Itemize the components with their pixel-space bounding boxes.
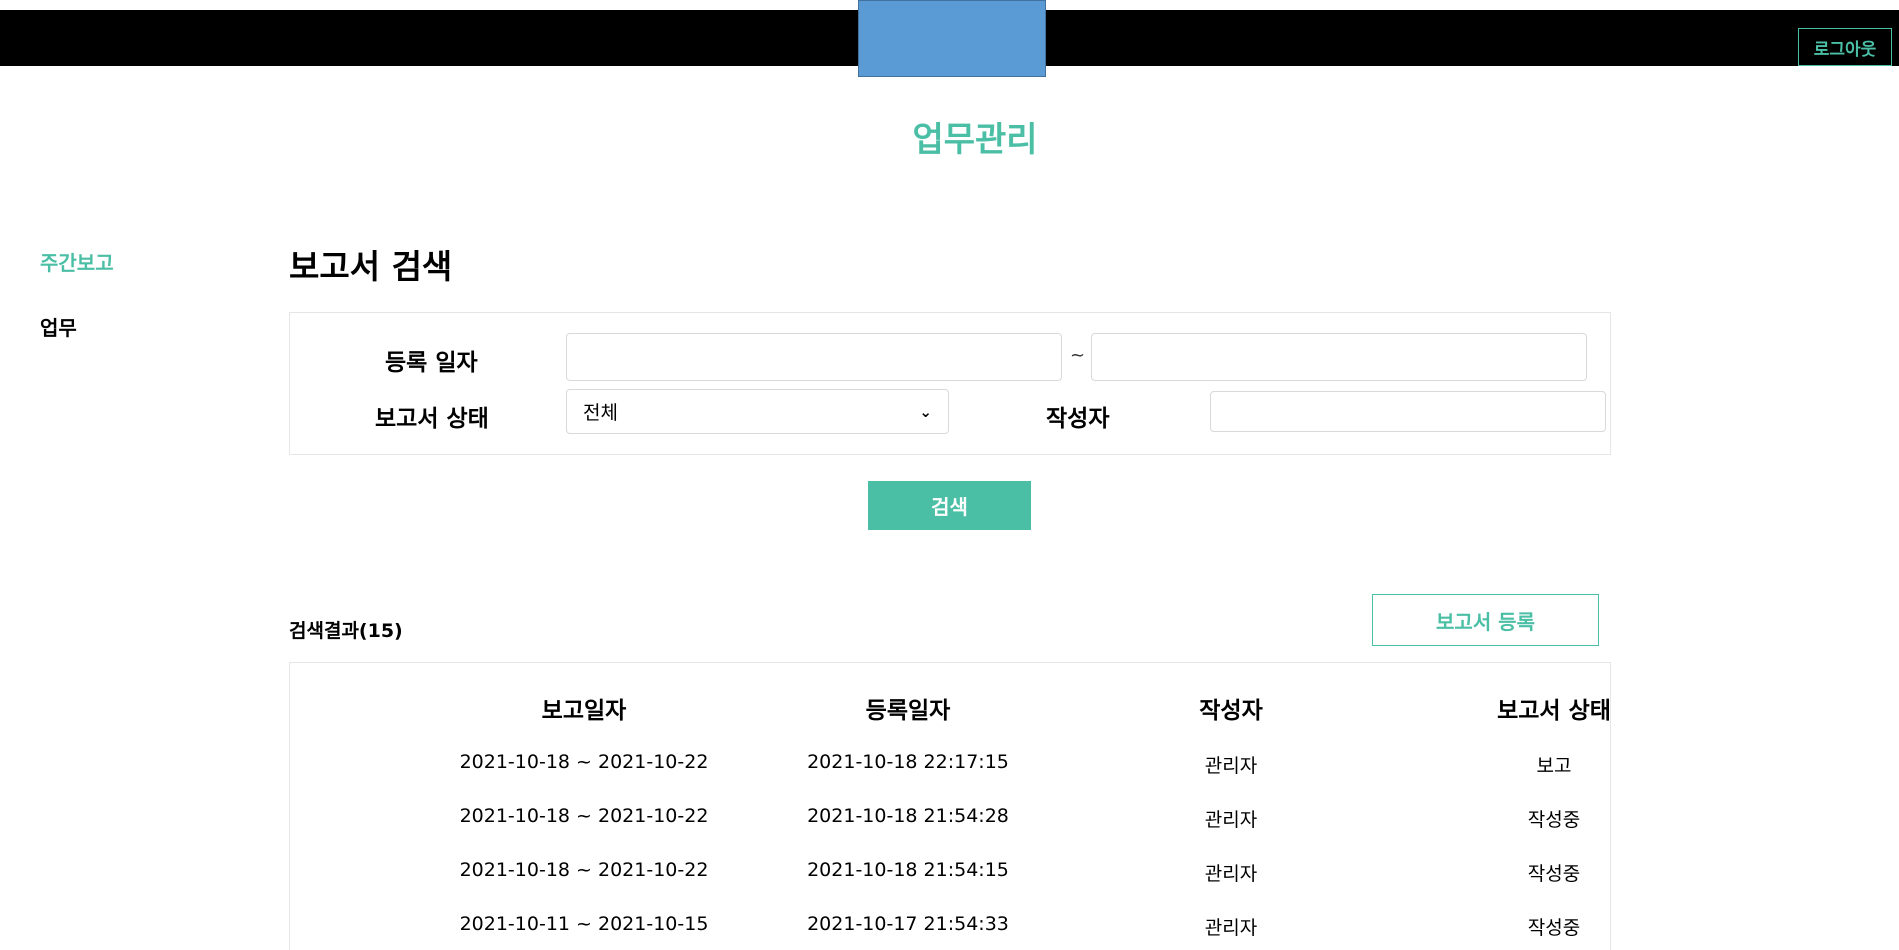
cell-author: 관리자 — [1204, 809, 1258, 831]
reg-date-end-input[interactable] — [1091, 333, 1587, 381]
logout-button[interactable]: 로그아웃 — [1798, 28, 1892, 66]
cell-status: 보고 — [1536, 755, 1572, 777]
chevron-down-icon: ⌄ — [919, 402, 932, 421]
result-count: 검색결과(15) — [289, 620, 403, 642]
cell-reg-date: 2021-10-18 21:54:28 — [807, 805, 1009, 827]
cell-author: 관리자 — [1204, 863, 1258, 885]
cell-report-date: 2021-10-18 ~ 2021-10-22 — [459, 805, 709, 827]
sidebar-item-weekly-report[interactable]: 주간보고 — [40, 247, 114, 276]
author-label: 작성자 — [1046, 406, 1110, 432]
search-form: 등록 일자 ~ 보고서 상태 전체 ⌄ 작성자 — [289, 312, 1611, 455]
table-row[interactable]: 2021-10-18 ~ 2021-10-22 2021-10-18 21:54… — [290, 859, 1610, 909]
cell-reg-date: 2021-10-18 21:54:15 — [807, 859, 1009, 881]
reg-date-start-input[interactable] — [566, 333, 1062, 381]
sidebar-item-task[interactable]: 업무 — [40, 312, 77, 341]
cell-status: 작성중 — [1527, 863, 1581, 885]
status-select-value: 전체 — [583, 402, 618, 424]
cell-author: 관리자 — [1204, 917, 1258, 939]
table-row[interactable]: 2021-10-18 ~ 2021-10-22 2021-10-18 21:54… — [290, 805, 1610, 855]
column-header-report-date: 보고일자 — [541, 698, 627, 724]
cell-report-date: 2021-10-18 ~ 2021-10-22 — [459, 859, 709, 881]
status-label: 보고서 상태 — [375, 406, 489, 432]
date-range-separator: ~ — [1070, 345, 1086, 366]
cell-report-date: 2021-10-11 ~ 2021-10-15 — [459, 913, 709, 935]
table-row[interactable]: 2021-10-11 ~ 2021-10-15 2021-10-17 21:54… — [290, 913, 1610, 950]
cell-status: 작성중 — [1527, 809, 1581, 831]
status-select[interactable]: 전체 ⌄ — [566, 389, 949, 434]
table-row[interactable]: 2021-10-18 ~ 2021-10-22 2021-10-18 22:17… — [290, 751, 1610, 801]
page-title: 업무관리 — [912, 120, 1038, 160]
section-title-report-search: 보고서 검색 — [289, 247, 453, 286]
cell-report-date: 2021-10-18 ~ 2021-10-22 — [459, 751, 709, 773]
cell-author: 관리자 — [1204, 755, 1258, 777]
logo-placeholder[interactable] — [858, 0, 1046, 77]
cell-status: 작성중 — [1527, 917, 1581, 939]
column-header-reg-date: 등록일자 — [865, 698, 951, 724]
cell-reg-date: 2021-10-17 21:54:33 — [807, 913, 1009, 935]
cell-reg-date: 2021-10-18 22:17:15 — [807, 751, 1009, 773]
result-table: 보고일자 등록일자 작성자 보고서 상태 2021-10-18 ~ 2021-1… — [289, 662, 1611, 950]
register-report-button[interactable]: 보고서 등록 — [1372, 594, 1599, 646]
author-input[interactable] — [1210, 391, 1606, 432]
reg-date-label: 등록 일자 — [385, 350, 478, 376]
column-header-author: 작성자 — [1199, 698, 1263, 724]
column-header-status: 보고서 상태 — [1497, 698, 1611, 724]
search-button[interactable]: 검색 — [868, 481, 1031, 530]
